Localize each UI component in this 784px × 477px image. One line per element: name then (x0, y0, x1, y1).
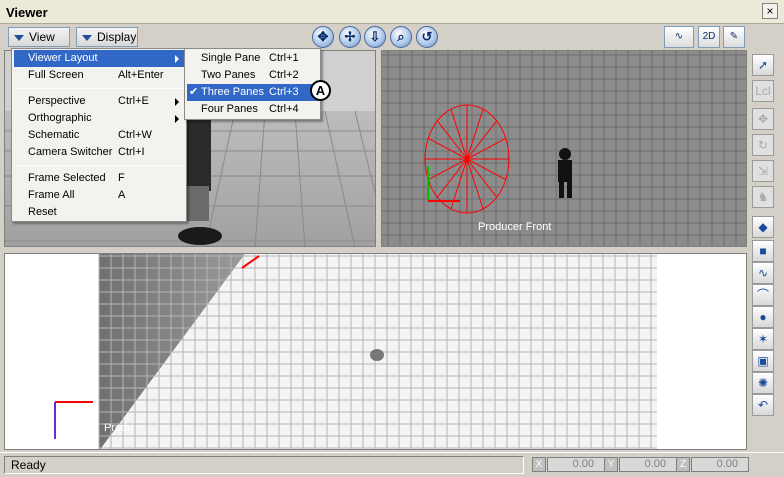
window-title: Viewer (6, 5, 48, 20)
menu-item-camera-switcher[interactable]: Camera Switcher Ctrl+I (14, 144, 184, 161)
menu-item-single-pane[interactable]: Single Pane Ctrl+1 (187, 50, 318, 67)
top-viewport-label: Produ (104, 422, 134, 434)
menu-item-schematic[interactable]: Schematic Ctrl+W (14, 127, 184, 144)
pan-icon[interactable]: ✥ (312, 26, 334, 48)
view-menu-button[interactable]: View (8, 27, 70, 47)
camera-tool-icon[interactable]: ✎ (723, 26, 745, 48)
display-menu-button[interactable]: Display (76, 27, 138, 47)
menu-item-two-panes[interactable]: Two Panes Ctrl+2 (187, 67, 318, 84)
rotate-tool-icon[interactable]: ↻ (752, 134, 774, 156)
status-text: Ready (4, 456, 524, 474)
front-grid (382, 51, 746, 246)
zoom-icon[interactable]: ⌕ (390, 26, 412, 48)
top-viewport[interactable]: Produ (4, 253, 747, 450)
curve-tool-icon[interactable]: ∿ (664, 26, 694, 48)
constraint-icon[interactable]: ↶ (752, 394, 774, 416)
close-icon[interactable]: × (762, 3, 778, 19)
pose-icon[interactable]: ♞ (752, 186, 774, 208)
display-menu-label: Display (97, 30, 137, 44)
menu-item-frame-selected[interactable]: Frame Selected F (14, 170, 184, 187)
viewer-toolbar: View Display ✥ ✢ ⇩ ⌕ ↺ ∿ 2D ✎ (0, 24, 784, 50)
submenu-arrow-icon (175, 115, 179, 123)
viewer-layout-submenu: Single Pane Ctrl+1 Two Panes Ctrl+2 ✔ Th… (184, 48, 321, 120)
menu-item-four-panes[interactable]: Four Panes Ctrl+4 (187, 101, 318, 118)
menu-item-orthographic[interactable]: Orthographic (14, 110, 184, 127)
menu-separator (16, 88, 182, 89)
submenu-arrow-icon (175, 55, 179, 63)
callout-marker: A (310, 80, 331, 101)
menu-item-three-panes[interactable]: ✔ Three Panes Ctrl+3 (187, 84, 318, 101)
frame-2d-icon[interactable]: 2D (698, 26, 720, 48)
front-viewport[interactable]: Producer Front (381, 50, 747, 247)
marker-icon[interactable]: ● (752, 306, 774, 328)
chevron-down-icon (14, 35, 24, 41)
z-value-field[interactable]: 0.00 (691, 457, 749, 472)
top-grid (5, 254, 746, 449)
front-viewport-label: Producer Front (478, 221, 552, 233)
null-icon[interactable]: ✶ (752, 328, 774, 350)
status-bar: Ready X 0.00 Y 0.00 Z 0.00 (0, 452, 784, 477)
y-value-field[interactable]: 0.00 (619, 457, 677, 472)
scale-icon[interactable]: ⇲ (752, 160, 774, 182)
select-arrow-icon[interactable]: ➚ (752, 54, 774, 76)
curve-icon[interactable]: ∿ (752, 262, 774, 284)
x-value-field[interactable]: 0.00 (547, 457, 605, 472)
translate-icon[interactable]: ✥ (752, 108, 774, 130)
character-top (370, 349, 384, 361)
cube-icon[interactable]: ■ (752, 240, 774, 262)
camera-icon[interactable]: ▣ (752, 350, 774, 372)
view-menu-label: View (29, 30, 55, 44)
menu-item-viewer-layout[interactable]: Viewer Layout (14, 50, 184, 67)
menu-item-full-screen[interactable]: Full Screen Alt+Enter (14, 67, 184, 84)
chevron-down-icon (82, 35, 92, 41)
submenu-arrow-icon (175, 98, 179, 106)
light-icon[interactable]: ✺ (752, 372, 774, 394)
dolly-icon[interactable]: ✢ (339, 26, 361, 48)
path-icon[interactable]: ⌒ (752, 284, 774, 306)
checkmark-icon: ✔ (189, 86, 199, 98)
view-menu: Viewer Layout Full Screen Alt+Enter Pers… (11, 48, 187, 222)
title-bar: Viewer × (0, 0, 784, 24)
orbit-icon[interactable]: ⇩ (364, 26, 386, 48)
local-icon[interactable]: Lcl (752, 80, 774, 102)
rotate-icon[interactable]: ↺ (416, 26, 438, 48)
menu-item-reset[interactable]: Reset (14, 204, 184, 221)
menu-separator (16, 165, 182, 166)
menu-item-frame-all[interactable]: Frame All A (14, 187, 184, 204)
menu-item-perspective[interactable]: Perspective Ctrl+E (14, 93, 184, 110)
select-object-icon[interactable]: ◆ (752, 216, 774, 238)
wheel-object (424, 104, 510, 214)
tool-sidebar: ➚ Lcl ✥ ↻ ⇲ ♞ ◆ ■ ∿ ⌒ ● ✶ ▣ ✺ ↶ (750, 50, 780, 450)
